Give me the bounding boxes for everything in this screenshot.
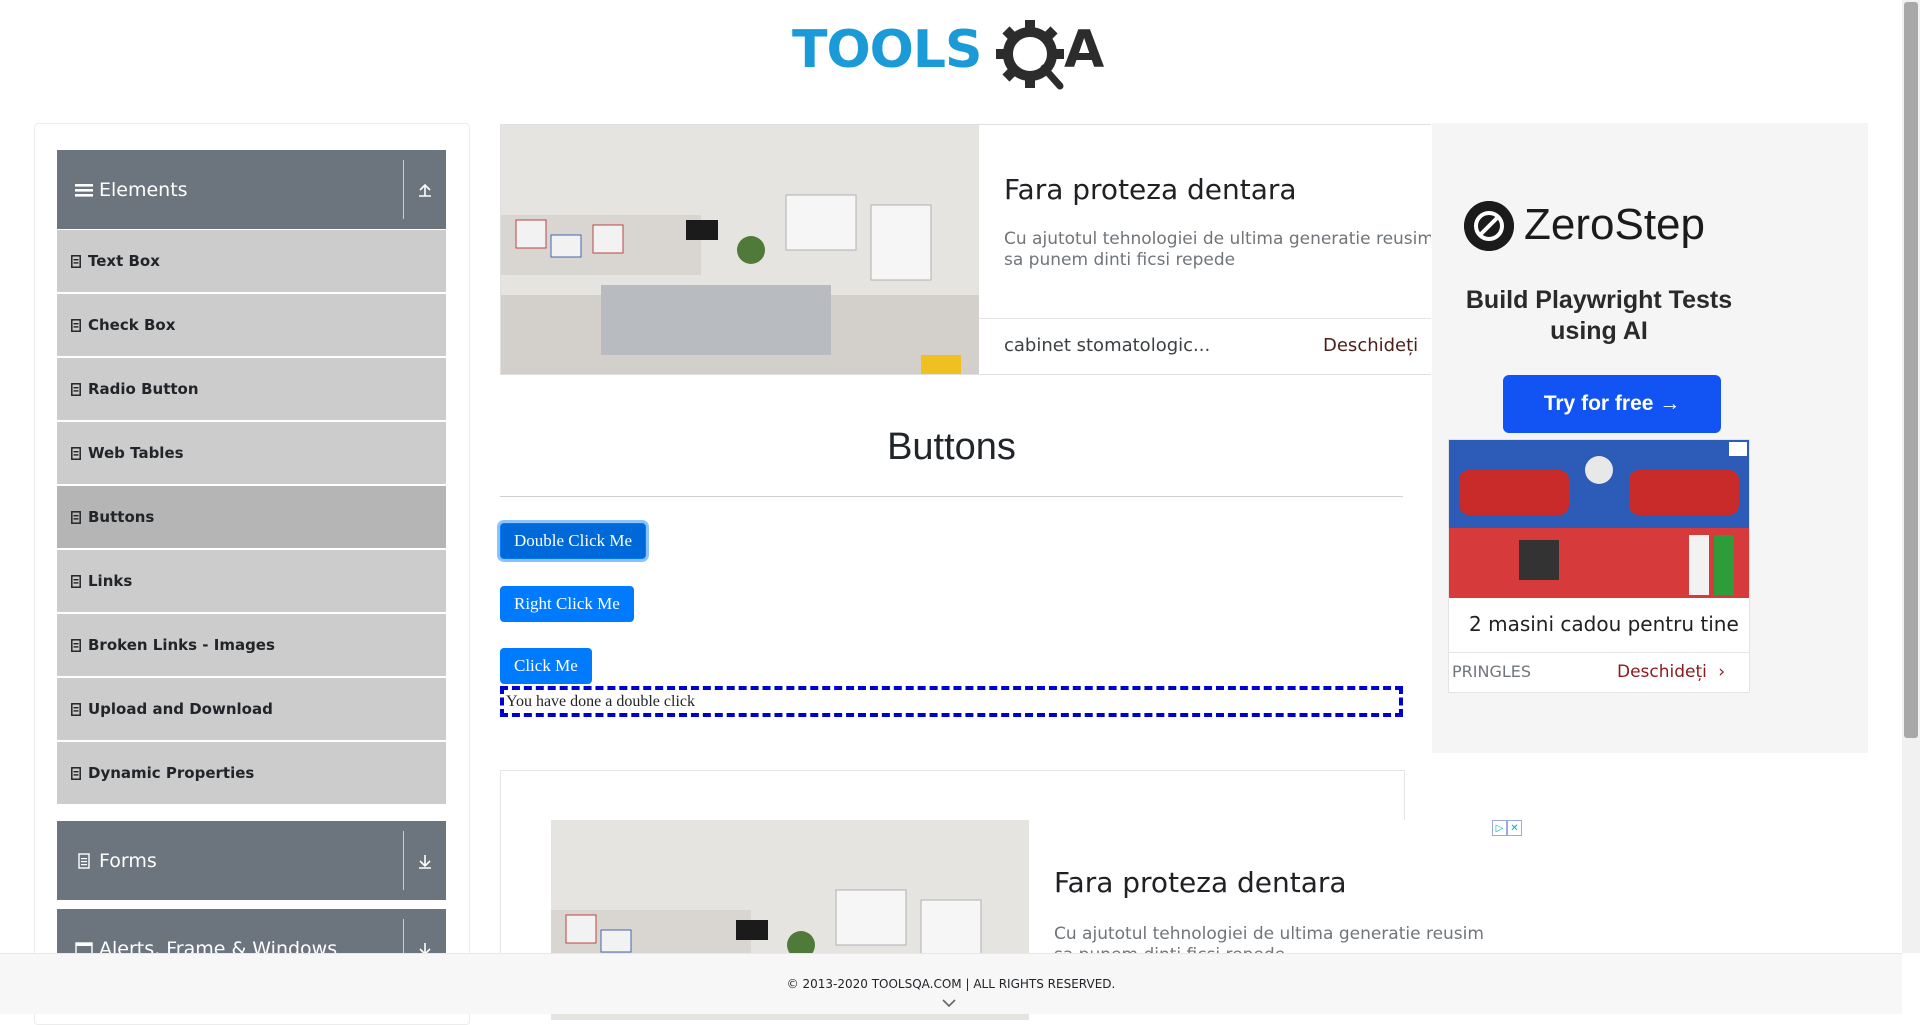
list-icon [71,638,81,652]
sidebar-item-radio-button[interactable]: Radio Button [57,358,446,420]
top-ad-banner[interactable]: Fara proteza dentara Cu ajutotul tehnolo… [500,124,1431,375]
double-click-message: You have done a double click [500,686,1403,717]
sidebar-item-label: Check Box [88,316,176,334]
sidebar-item-label: Buttons [88,508,155,526]
site-header: TOOLS A [0,0,1900,110]
right-ad-panel[interactable]: ZeroStep Build Playwright Tests using AI… [1432,123,1868,753]
list-icon [71,702,81,716]
sidebar-item-dynamic-properties[interactable]: Dynamic Properties [57,742,446,804]
sidebar-item-label: Links [88,572,133,590]
sidebar-group-label: Elements [99,178,188,201]
promo-open-link[interactable]: Deschideți › [1617,662,1725,682]
zerostep-tagline: Build Playwright Tests using AI [1465,286,1733,345]
sidebar-item-label: Broken Links - Images [88,636,275,654]
sidebar-item-label: Web Tables [88,444,184,462]
document-icon [78,852,90,869]
svg-text:TOOLS: TOOLS [792,20,981,80]
hamburger-icon [75,183,93,197]
sidebar-item-upload-download[interactable]: Upload and Download [57,678,446,740]
list-icon [71,766,81,780]
title-divider [500,496,1403,497]
sidebar-group-label: Forms [99,849,157,872]
scrollbar-thumb[interactable] [1904,2,1918,738]
sidebar: Elements Text Box Check Box Radio Button… [34,123,470,1025]
ad-photo [501,125,979,374]
toolsqa-logo[interactable]: TOOLS A [792,16,1114,90]
close-icon[interactable]: ✕ [1507,820,1522,836]
sidebar-item-text-box[interactable]: Text Box [57,230,446,292]
ad-open-link[interactable]: Deschideți › [1323,335,1431,356]
pringles-ad[interactable]: 2 masini cadou pentru tine PRINGLES Desc… [1448,439,1750,693]
svg-text:A: A [1064,20,1104,80]
footer: © 2013-2020 TOOLSQA.COM | ALL RIGHTS RES… [0,953,1902,1014]
ad-source: cabinet stomatologic... [1004,335,1211,356]
double-click-button[interactable]: Double Click Me [500,523,647,559]
sidebar-item-label: Dynamic Properties [88,764,255,782]
promo-source: PRINGLES [1452,662,1532,681]
adchoices-icon[interactable]: ▷ [1492,820,1507,836]
sidebar-item-broken-links[interactable]: Broken Links - Images [57,614,446,676]
ad-choices[interactable]: ▷ ✕ [1492,820,1522,836]
ad-description: Cu ajutotul tehnologiei de ultima genera… [1004,229,1431,270]
sidebar-item-links[interactable]: Links [57,550,446,612]
chevron-right-icon: › [1718,662,1726,682]
list-icon [71,574,81,588]
page-title: Buttons [887,426,1016,468]
collapse-up-icon[interactable] [403,160,446,219]
ad-title[interactable]: Fara proteza dentara [1004,173,1297,206]
sidebar-item-label: Upload and Download [88,700,273,718]
sidebar-item-buttons[interactable]: Buttons [57,486,446,548]
footer-copyright: © 2013-2020 TOOLSQA.COM | ALL RIGHTS RES… [786,977,1116,991]
ad-open-label: Deschideți [1323,335,1419,356]
chevron-right-icon: › [1430,335,1431,356]
sidebar-group-forms[interactable]: Forms [57,821,446,900]
ad-divider [979,318,1431,319]
list-icon [71,254,81,268]
page-scrollbar[interactable] [1902,0,1920,953]
chevron-down-icon[interactable] [942,998,956,1008]
promo-title[interactable]: 2 masini cadou pentru tine [1469,612,1739,636]
ad-divider [1449,652,1749,653]
list-icon [71,446,81,460]
sidebar-item-check-box[interactable]: Check Box [57,294,446,356]
list-icon [71,510,81,524]
right-click-button[interactable]: Right Click Me [500,586,634,622]
zerostep-ad[interactable]: ZeroStep Build Playwright Tests using AI… [1448,143,1750,433]
sidebar-item-web-tables[interactable]: Web Tables [57,422,446,484]
sidebar-group-elements[interactable]: Elements [57,150,446,229]
list-icon [71,318,81,332]
zerostep-brand: ZeroStep [1524,200,1705,249]
ad-title[interactable]: Fara proteza dentara [1054,866,1347,899]
sidebar-item-label: Radio Button [88,380,199,398]
promo-open-label: Deschideți [1617,662,1707,682]
try-for-free-button[interactable]: Try for free → [1503,375,1721,433]
sidebar-item-label: Text Box [88,252,160,270]
zerostep-logo-icon [1464,201,1514,251]
list-icon [71,382,81,396]
promo-image [1449,440,1749,598]
click-me-button[interactable]: Click Me [500,648,592,684]
expand-down-icon[interactable] [403,831,446,890]
